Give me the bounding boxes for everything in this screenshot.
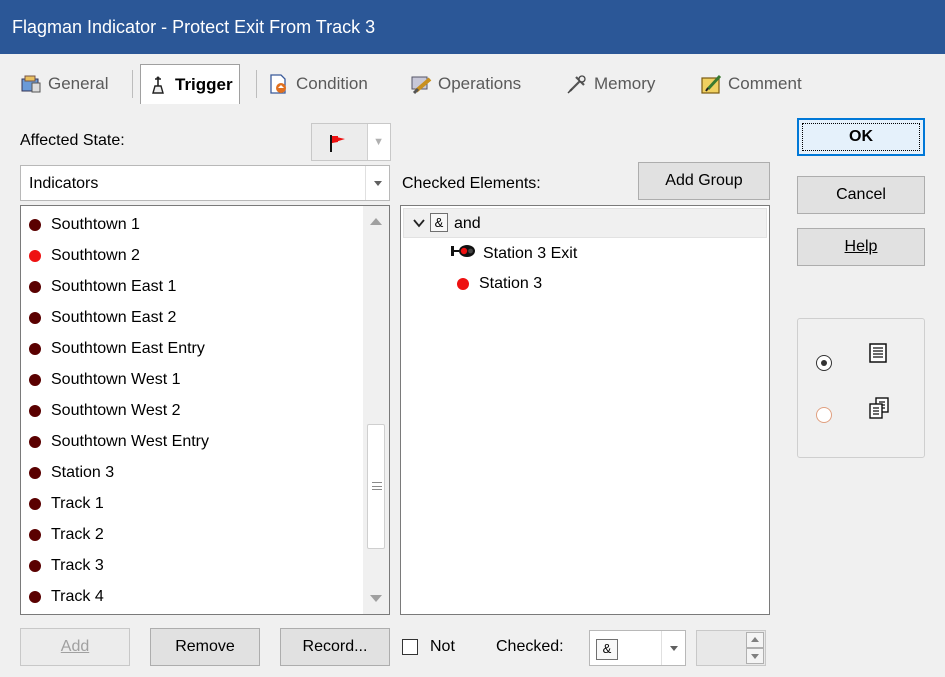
list-item[interactable]: Track 1 (29, 489, 104, 519)
list-item[interactable]: Track 2 (29, 520, 104, 550)
checked-elements-tree[interactable]: & and Station 3 Exit Station 3 (400, 205, 770, 615)
list-view-icon (868, 343, 888, 368)
operator-value: & (596, 639, 618, 660)
list-item[interactable]: Track 4 (29, 582, 104, 612)
indicator-dot-icon (29, 374, 41, 386)
list-item[interactable]: Southtown East Entry (29, 334, 205, 364)
indicator-dot-icon (29, 405, 41, 417)
checked-count-spinner[interactable] (696, 630, 766, 666)
view-list-radio[interactable] (816, 355, 832, 371)
tree-root-label: and (454, 215, 481, 232)
element-type-value: Indicators (29, 175, 99, 192)
list-item[interactable]: Station 3 (29, 458, 114, 488)
list-item[interactable]: Southtown West 1 (29, 365, 181, 395)
record-button[interactable]: Record... (280, 628, 390, 666)
chevron-down-icon (365, 166, 389, 200)
affected-state-label: Affected State: (20, 132, 125, 149)
indicator-dot-icon (29, 467, 41, 479)
indicator-dot-icon (29, 436, 41, 448)
tab-label: Memory (594, 74, 656, 93)
indicator-dot-icon (29, 250, 41, 262)
list-item[interactable]: Southtown East 1 (29, 272, 176, 302)
tab-label: Operations (438, 74, 522, 93)
list-item[interactable]: Southtown East 2 (29, 303, 176, 333)
help-button[interactable]: Help (797, 228, 925, 266)
scroll-down-icon[interactable] (370, 595, 382, 602)
indicator-dot-icon (29, 498, 41, 510)
memory-icon (566, 73, 588, 95)
chevron-down-icon[interactable] (412, 216, 426, 235)
not-label: Not (430, 638, 455, 655)
indicator-dot-icon (29, 529, 41, 541)
elements-list[interactable]: Southtown 1 Southtown 2 Southtown East 1… (20, 205, 390, 615)
remove-button[interactable]: Remove (150, 628, 260, 666)
tab-bar: General Trigger Condition Operations Mem… (0, 54, 945, 116)
tab-trigger[interactable]: Trigger (140, 64, 240, 104)
trigger-icon (147, 74, 169, 96)
condition-icon (268, 73, 290, 95)
chevron-down-icon (661, 631, 685, 665)
general-properties-icon (20, 73, 42, 95)
list-item[interactable]: Southtown 1 (29, 210, 140, 240)
indicator-dot-icon (29, 560, 41, 572)
grip-icon (372, 482, 382, 490)
ok-button[interactable]: OK (797, 118, 925, 156)
indicator-dot-icon (29, 312, 41, 324)
tab-label: General (48, 74, 109, 93)
list-scrollbar[interactable] (363, 206, 389, 614)
comment-icon (700, 73, 722, 95)
not-checkbox[interactable] (402, 639, 418, 655)
indicator-dot-icon (29, 591, 41, 603)
list-item[interactable]: Southtown West Entry (29, 427, 209, 457)
view-copies-radio[interactable] (816, 407, 832, 423)
tree-node[interactable]: Station 3 Exit (451, 244, 577, 263)
copy-pages-icon (868, 397, 890, 424)
indicator-dot-icon (29, 219, 41, 231)
checked-label: Checked: (496, 638, 564, 655)
list-item[interactable]: Southtown 2 (29, 241, 140, 271)
indicator-dot-icon (29, 343, 41, 355)
tab-condition[interactable]: Condition (262, 64, 374, 104)
view-mode-panel (797, 318, 925, 458)
scroll-up-icon[interactable] (370, 218, 382, 225)
spin-up-icon[interactable] (746, 632, 764, 648)
tab-memory[interactable]: Memory (560, 64, 661, 104)
tab-general[interactable]: General (14, 64, 114, 104)
element-type-select[interactable]: Indicators (20, 165, 390, 201)
tab-label: Comment (728, 74, 802, 93)
list-item[interactable]: Track 3 (29, 551, 104, 581)
add-button[interactable]: Add (20, 628, 130, 666)
signal-icon (451, 244, 477, 263)
list-item[interactable]: Southtown West 2 (29, 396, 181, 426)
tab-comment[interactable]: Comment (694, 64, 808, 104)
add-group-button[interactable]: Add Group (638, 162, 770, 200)
tab-label: Trigger (175, 74, 233, 94)
tree-node-label: Station 3 Exit (483, 244, 578, 262)
red-flag-icon (328, 133, 348, 158)
chevron-down-icon: ▼ (373, 136, 384, 148)
tab-label: Condition (296, 74, 368, 93)
tab-operations[interactable]: Operations (404, 64, 527, 104)
checked-elements-label: Checked Elements: (402, 175, 541, 192)
window-title: Flagman Indicator - Protect Exit From Tr… (0, 0, 945, 54)
checked-operator-select[interactable]: & (589, 630, 686, 666)
red-indicator-icon (457, 278, 469, 290)
spin-down-icon[interactable] (746, 648, 764, 664)
operations-icon (410, 73, 432, 95)
tree-node[interactable]: Station 3 (457, 275, 542, 293)
and-operator-icon: & (430, 213, 448, 232)
indicator-dot-icon (29, 281, 41, 293)
tree-node-label: Station 3 (479, 275, 543, 292)
cancel-button[interactable]: Cancel (797, 176, 925, 214)
tree-root-node[interactable]: & and (403, 208, 767, 238)
affected-state-picker[interactable]: ▼ (311, 123, 391, 161)
